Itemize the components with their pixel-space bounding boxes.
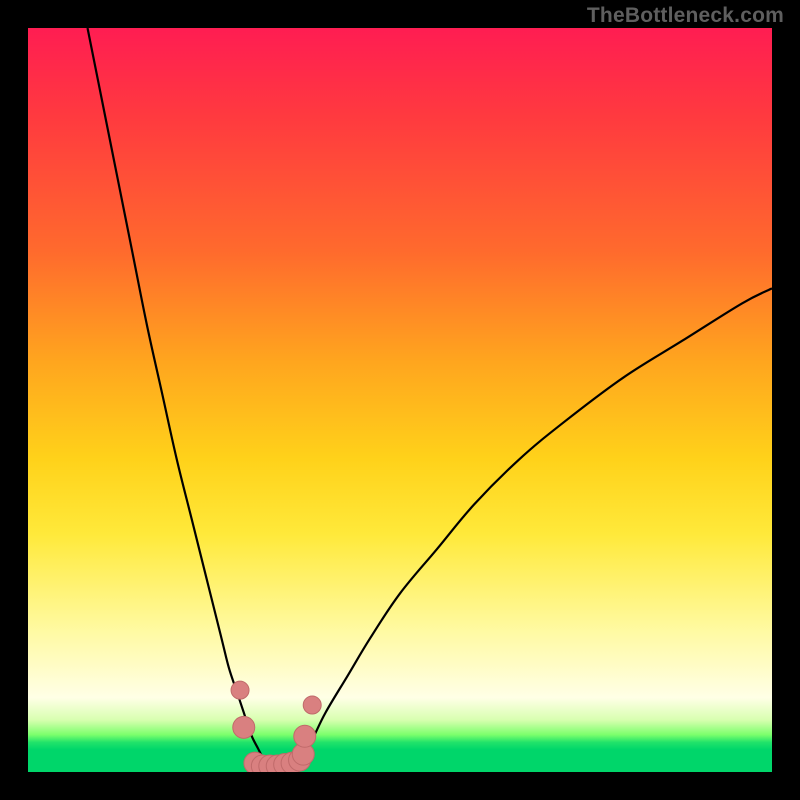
valley-markers <box>231 681 321 772</box>
valley-marker <box>233 716 255 738</box>
watermark-text: TheBottleneck.com <box>587 4 784 28</box>
curve-left-branch <box>88 28 267 765</box>
curve-right-branch <box>296 288 772 764</box>
chart-frame: TheBottleneck.com <box>0 0 800 800</box>
bottleneck-curve <box>88 28 772 765</box>
curve-layer <box>28 28 772 772</box>
plot-area <box>28 28 772 772</box>
valley-marker <box>294 725 316 747</box>
valley-marker <box>303 696 321 714</box>
valley-marker <box>231 681 249 699</box>
